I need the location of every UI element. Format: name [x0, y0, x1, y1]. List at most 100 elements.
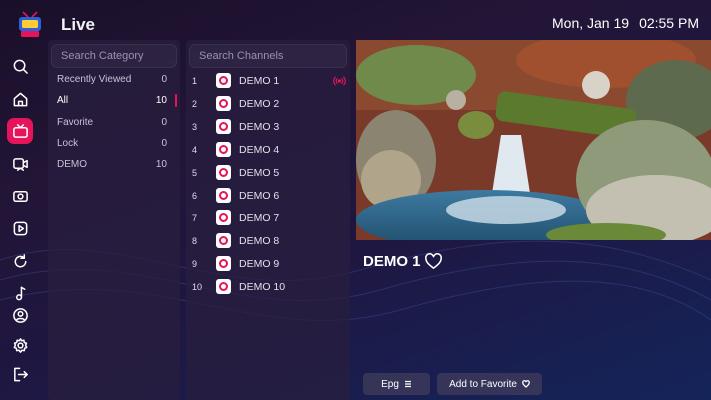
broadcast-icon: [333, 76, 346, 86]
category-name: Lock: [57, 138, 79, 149]
channel-logo-icon: [216, 233, 231, 248]
category-panel: Recently Viewed 0 All 10 Favorite 0 Lock…: [48, 40, 180, 400]
list-icon: [404, 380, 411, 388]
series-icon: [12, 190, 28, 202]
channel-item[interactable]: 4 DEMO 4: [186, 140, 350, 160]
channel-logo-icon: [216, 96, 231, 111]
live-tv-screen: Live Mon, Jan 19 02:55 PM Search Categor…: [0, 0, 711, 400]
epg-label: Epg: [381, 378, 399, 390]
channel-name: DEMO 10: [239, 281, 286, 293]
category-item-lock[interactable]: Lock 0: [48, 134, 180, 154]
category-name: All: [57, 95, 69, 106]
channel-number: 9: [192, 259, 198, 269]
category-count: 0: [161, 138, 167, 149]
channel-number: 4: [192, 145, 198, 155]
channel-number: 1: [192, 76, 198, 86]
channel-search-input[interactable]: [190, 45, 346, 67]
channel-search[interactable]: [189, 44, 347, 68]
channel-logo-icon: [216, 165, 231, 180]
channel-name: DEMO 3: [239, 121, 280, 133]
category-name: DEMO: [57, 159, 87, 170]
nav-settings[interactable]: [7, 332, 33, 358]
selected-marker: [175, 94, 177, 107]
nav-play[interactable]: [7, 215, 33, 241]
channel-item[interactable]: 9 DEMO 9: [186, 254, 350, 274]
logout-icon: [13, 367, 28, 381]
app-logo: [17, 9, 43, 39]
tv-icon: [12, 123, 28, 138]
channel-name: DEMO 1: [239, 75, 280, 87]
nav-logout[interactable]: [7, 361, 33, 387]
music-icon: [15, 286, 26, 300]
channel-number: 7: [192, 213, 198, 223]
channel-name: DEMO 4: [239, 144, 280, 156]
channel-logo-icon: [216, 256, 231, 271]
channel-name: DEMO 9: [239, 258, 280, 270]
sidebar: [0, 40, 40, 400]
category-search[interactable]: [51, 44, 177, 68]
channel-item[interactable]: 3 DEMO 3: [186, 117, 350, 137]
channel-item[interactable]: 8 DEMO 8: [186, 231, 350, 251]
channel-number: 6: [192, 191, 198, 201]
channel-logo-icon: [216, 119, 231, 134]
channel-item[interactable]: 2 DEMO 2: [186, 94, 350, 114]
category-count: 10: [155, 159, 167, 170]
channel-item[interactable]: 10 DEMO 10: [186, 277, 350, 297]
nav-search[interactable]: [7, 53, 33, 79]
channel-logo-icon: [216, 142, 231, 157]
channel-number: 5: [192, 168, 198, 178]
page-title: Live: [61, 15, 96, 34]
category-item-favorite[interactable]: Favorite 0: [48, 113, 180, 133]
clock: Mon, Jan 19 02:55 PM: [552, 15, 699, 31]
channel-name: DEMO 5: [239, 167, 280, 179]
add-to-favorite-button[interactable]: Add to Favorite: [437, 373, 542, 395]
channel-name: DEMO 6: [239, 190, 280, 202]
category-item-all[interactable]: All 10: [48, 91, 180, 111]
video-player[interactable]: [356, 40, 711, 240]
channel-item[interactable]: 5 DEMO 5: [186, 163, 350, 183]
channel-logo-icon: [216, 210, 231, 225]
channel-number: 2: [192, 99, 198, 109]
channel-item[interactable]: 7 DEMO 7: [186, 208, 350, 228]
nav-profile[interactable]: [7, 302, 33, 328]
nav-series[interactable]: [7, 183, 33, 209]
video-frame: [356, 40, 711, 240]
profile-icon: [12, 307, 28, 323]
channel-number: 10: [192, 282, 203, 292]
settings-icon: [13, 337, 27, 353]
category-count: 10: [155, 95, 167, 106]
favorite-heart-icon[interactable]: [424, 252, 443, 271]
category-count: 0: [161, 117, 167, 128]
category-search-input[interactable]: [52, 45, 176, 67]
category-item-demo[interactable]: DEMO 10: [48, 155, 180, 175]
channel-name: DEMO 7: [239, 212, 280, 224]
movie-icon: [12, 157, 28, 171]
channel-number: 3: [192, 122, 198, 132]
channel-logo-icon: [216, 73, 231, 88]
epg-button[interactable]: Epg: [363, 373, 430, 395]
search-icon: [13, 59, 28, 74]
nav-movies[interactable]: [7, 151, 33, 177]
channel-logo-icon: [216, 188, 231, 203]
date-label: Mon, Jan 19: [552, 15, 630, 31]
play-icon: [13, 221, 27, 235]
replay-icon: [14, 253, 26, 267]
category-name: Favorite: [57, 117, 94, 128]
channel-name: DEMO 8: [239, 235, 280, 247]
heart-icon: [522, 380, 530, 388]
favorite-label: Add to Favorite: [449, 378, 517, 390]
category-item-recently-viewed[interactable]: Recently Viewed 0: [48, 70, 180, 90]
channel-item[interactable]: 1 DEMO 1: [186, 71, 350, 91]
nav-replay[interactable]: [7, 248, 33, 274]
channel-logo-icon: [216, 279, 231, 294]
nav-live-tv[interactable]: [7, 118, 33, 144]
channel-number: 8: [192, 236, 198, 246]
home-icon: [13, 92, 27, 106]
time-label: 02:55 PM: [639, 15, 699, 31]
category-name: Recently Viewed: [57, 74, 132, 85]
channel-panel: 1 DEMO 1 2 DEMO 2 3 DEMO 3 4 DEMO 4 5: [186, 40, 350, 400]
category-count: 0: [161, 74, 167, 85]
now-playing-title: DEMO 1: [363, 253, 421, 270]
channel-item[interactable]: 6 DEMO 6: [186, 186, 350, 206]
nav-home[interactable]: [7, 86, 33, 112]
